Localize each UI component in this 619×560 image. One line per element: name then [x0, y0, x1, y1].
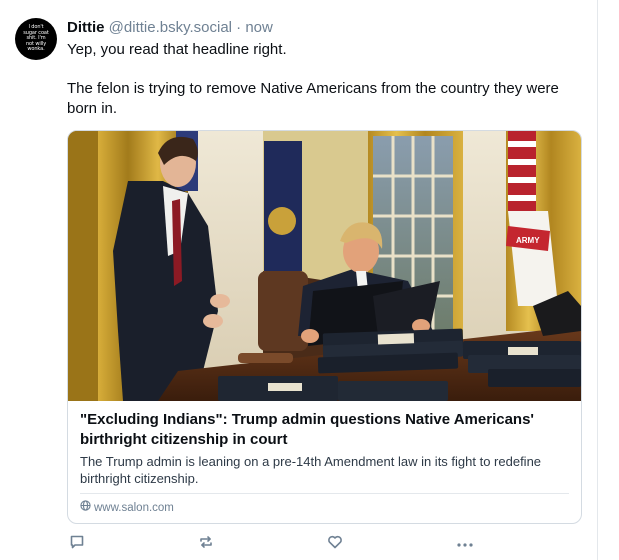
separator-dot: ·	[236, 19, 242, 36]
reply-icon	[69, 534, 85, 555]
like-button[interactable]	[325, 534, 345, 554]
link-card[interactable]: ARMY "Excluding Indians": Trump admin qu…	[67, 130, 582, 524]
reply-button[interactable]	[67, 534, 87, 554]
heart-icon	[327, 534, 343, 555]
post-text-line: The felon is trying to remove Native Ame…	[67, 80, 559, 117]
post-text-line: Yep, you read that headline right.	[67, 41, 287, 58]
more-icon	[456, 535, 474, 553]
avatar[interactable]: I don't sugar coat shit. I'm not willy w…	[15, 18, 57, 60]
avatar-text: I don't sugar coat shit. I'm not willy w…	[23, 24, 49, 53]
repost-icon	[198, 534, 214, 555]
post-header: Dittie @dittie.bsky.social · now	[67, 18, 273, 38]
post-text-gap	[67, 60, 577, 79]
post-time[interactable]: now	[245, 19, 273, 36]
feed-right-border	[597, 0, 598, 560]
repost-button[interactable]	[196, 534, 216, 554]
post-text: Yep, you read that headline right. The f…	[67, 40, 577, 119]
author-display-name[interactable]: Dittie	[67, 19, 105, 36]
link-card-title: "Excluding Indians": Trump admin questio…	[80, 411, 534, 448]
more-options-button[interactable]	[455, 534, 475, 554]
link-card-domain: www.salon.com	[94, 502, 174, 514]
oval-office-photo: ARMY	[68, 131, 581, 401]
link-card-description: The Trump admin is leaning on a pre-14th…	[80, 454, 542, 486]
post[interactable]: I don't sugar coat shit. I'm not willy w…	[0, 0, 597, 560]
flag-text: ARMY	[516, 236, 540, 245]
author-handle[interactable]: @dittie.bsky.social	[109, 19, 232, 36]
link-card-divider	[80, 493, 569, 494]
globe-icon	[80, 500, 91, 516]
link-card-domain-row: www.salon.com	[80, 500, 174, 516]
link-card-image[interactable]: ARMY	[68, 131, 581, 401]
post-actions	[67, 534, 477, 554]
